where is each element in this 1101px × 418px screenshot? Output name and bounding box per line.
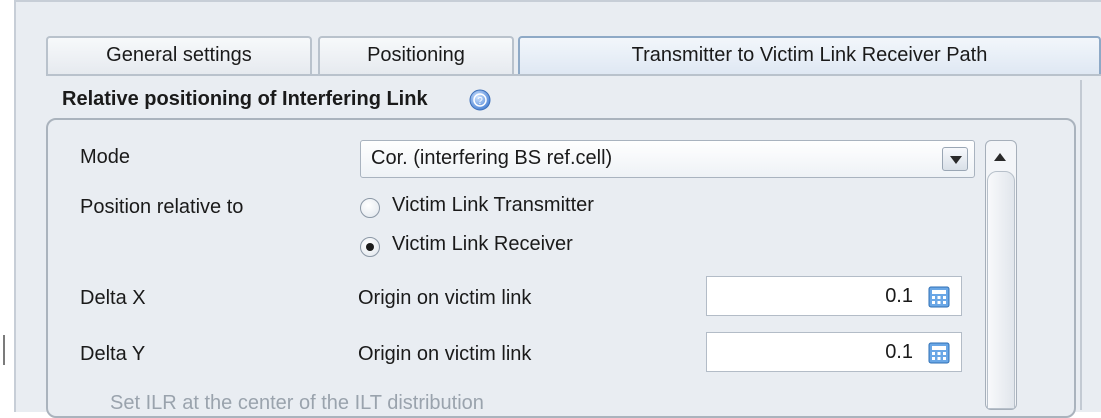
checkbox-label: Set ILR at the center of the ILT distrib… bbox=[110, 392, 484, 414]
delta-y-value: 0.1 bbox=[885, 341, 913, 363]
delta-x-field[interactable]: 0.1 bbox=[706, 276, 962, 316]
chevron-down-icon[interactable] bbox=[942, 147, 968, 171]
panel-divider bbox=[1080, 80, 1082, 410]
scroll-up-arrow-icon[interactable] bbox=[991, 149, 1011, 169]
delta-y-label: Delta Y bbox=[80, 343, 146, 365]
vertical-scrollbar[interactable] bbox=[985, 140, 1017, 410]
radio-button[interactable] bbox=[360, 198, 380, 218]
radio-label: Victim Link Receiver bbox=[392, 233, 573, 255]
tab-general-settings[interactable]: General settings bbox=[46, 36, 312, 74]
tab-transmitter-to-victim-link-receiver-path[interactable]: Transmitter to Victim Link Receiver Path bbox=[518, 36, 1101, 74]
delta-y-field[interactable]: 0.1 bbox=[706, 332, 962, 372]
position-relative-label: Position relative to bbox=[80, 196, 244, 218]
scrollbar-thumb[interactable] bbox=[987, 171, 1015, 409]
tab-underline bbox=[46, 74, 1101, 76]
left-edge-line bbox=[3, 335, 5, 365]
radio-label: Victim Link Transmitter bbox=[392, 194, 594, 216]
section-title: Relative positioning of Interfering Link bbox=[62, 88, 428, 110]
delta-y-origin-label: Origin on victim link bbox=[358, 343, 532, 365]
svg-text:?: ? bbox=[477, 96, 483, 107]
radio-button[interactable] bbox=[360, 237, 380, 257]
mode-label: Mode bbox=[80, 146, 131, 168]
calculator-icon[interactable] bbox=[927, 341, 951, 365]
delta-x-origin-label: Origin on victim link bbox=[358, 287, 532, 309]
calculator-icon[interactable] bbox=[927, 285, 951, 309]
mode-dropdown[interactable]: Cor. (interfering BS ref.cell) bbox=[360, 140, 975, 178]
tab-positioning[interactable]: Positioning bbox=[318, 36, 514, 74]
delta-x-label: Delta X bbox=[80, 287, 146, 309]
mode-selected-value: Cor. (interfering BS ref.cell) bbox=[371, 147, 613, 169]
delta-x-value: 0.1 bbox=[885, 285, 913, 307]
set-ilr-center-checkbox[interactable]: Set ILR at the center of the ILT distrib… bbox=[110, 392, 484, 416]
help-icon[interactable]: ? bbox=[469, 89, 491, 111]
